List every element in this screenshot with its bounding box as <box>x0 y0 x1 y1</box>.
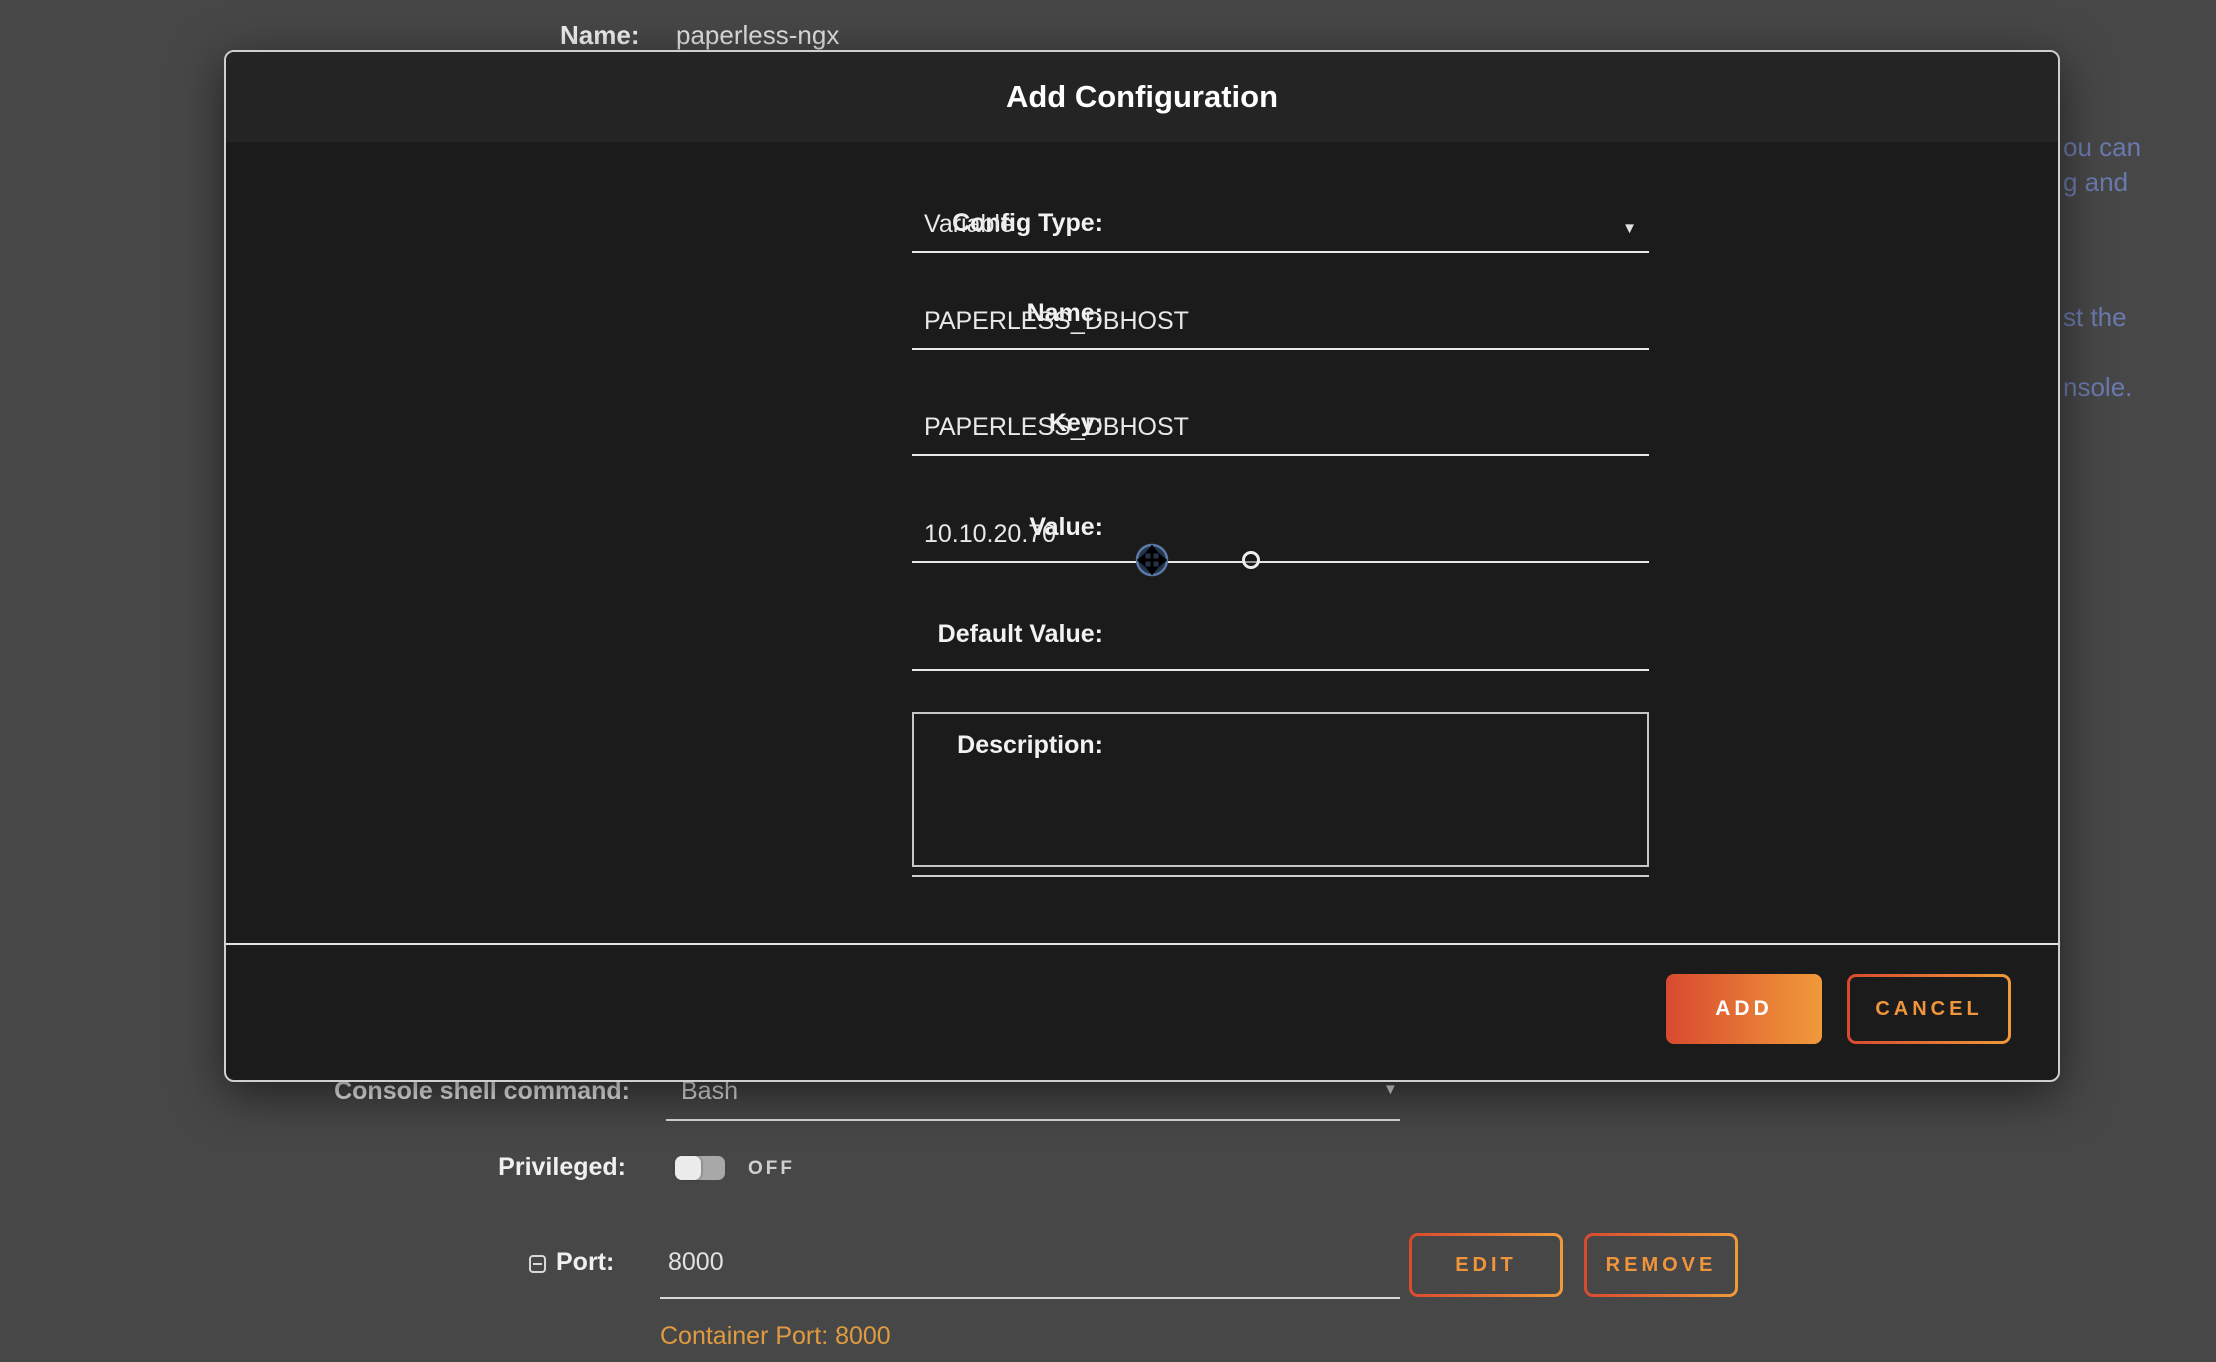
port-label: Port: <box>556 1248 614 1277</box>
toggle-knob <box>675 1156 701 1180</box>
port-value[interactable]: 8000 <box>668 1248 724 1277</box>
default-value-input[interactable] <box>912 615 1649 671</box>
clipped-help-text: nsole. <box>2063 372 2132 403</box>
privileged-state: OFF <box>748 1158 795 1180</box>
privileged-toggle[interactable] <box>675 1156 725 1180</box>
value-input[interactable]: 10.10.20.70 <box>912 507 1649 563</box>
collapse-minus-icon[interactable] <box>529 1255 546 1273</box>
config-type-select[interactable]: Variable ▼ <box>912 197 1649 253</box>
name-input[interactable]: PAPERLESS_DBHOST <box>912 294 1649 350</box>
value-value: 10.10.20.70 <box>924 520 1056 549</box>
dialog-footer-separator <box>226 943 2058 945</box>
dialog-title: Add Configuration <box>226 52 2058 142</box>
move-cursor-icon <box>1134 542 1170 578</box>
description-textarea[interactable] <box>912 712 1649 867</box>
bg-name-label: Name: <box>560 20 639 51</box>
key-value: PAPERLESS_DBHOST <box>924 413 1189 442</box>
drag-handle-icon[interactable] <box>1242 551 1260 569</box>
bg-name-value: paperless-ngx <box>676 20 839 51</box>
add-button[interactable]: ADD <box>1666 974 1822 1044</box>
console-shell-underline <box>666 1119 1400 1121</box>
clipped-help-text: st the <box>2063 302 2127 333</box>
container-port-note: Container Port: 8000 <box>660 1322 891 1351</box>
edit-button[interactable]: EDIT <box>1409 1233 1563 1297</box>
config-type-value: Variable <box>924 210 1014 239</box>
add-configuration-dialog: Add Configuration Config Type: Variable … <box>224 50 2060 1082</box>
key-input[interactable]: PAPERLESS_DBHOST <box>912 400 1649 456</box>
chevron-down-icon[interactable]: ▼ <box>1383 1081 1398 1098</box>
description-underline <box>912 875 1649 877</box>
clipped-help-text: g and <box>2063 167 2128 198</box>
name-value: PAPERLESS_DBHOST <box>924 307 1189 336</box>
port-underline <box>660 1297 1400 1299</box>
dialog-header: Add Configuration <box>226 52 2058 142</box>
privileged-label: Privileged: <box>230 1153 626 1182</box>
cancel-button[interactable]: CANCEL <box>1847 974 2011 1044</box>
remove-button[interactable]: REMOVE <box>1584 1233 1738 1297</box>
clipped-help-text: ou can <box>2063 132 2141 163</box>
chevron-down-icon: ▼ <box>1622 220 1637 237</box>
screen: Name: paperless-ngx ou can g and st the … <box>0 0 2216 1362</box>
